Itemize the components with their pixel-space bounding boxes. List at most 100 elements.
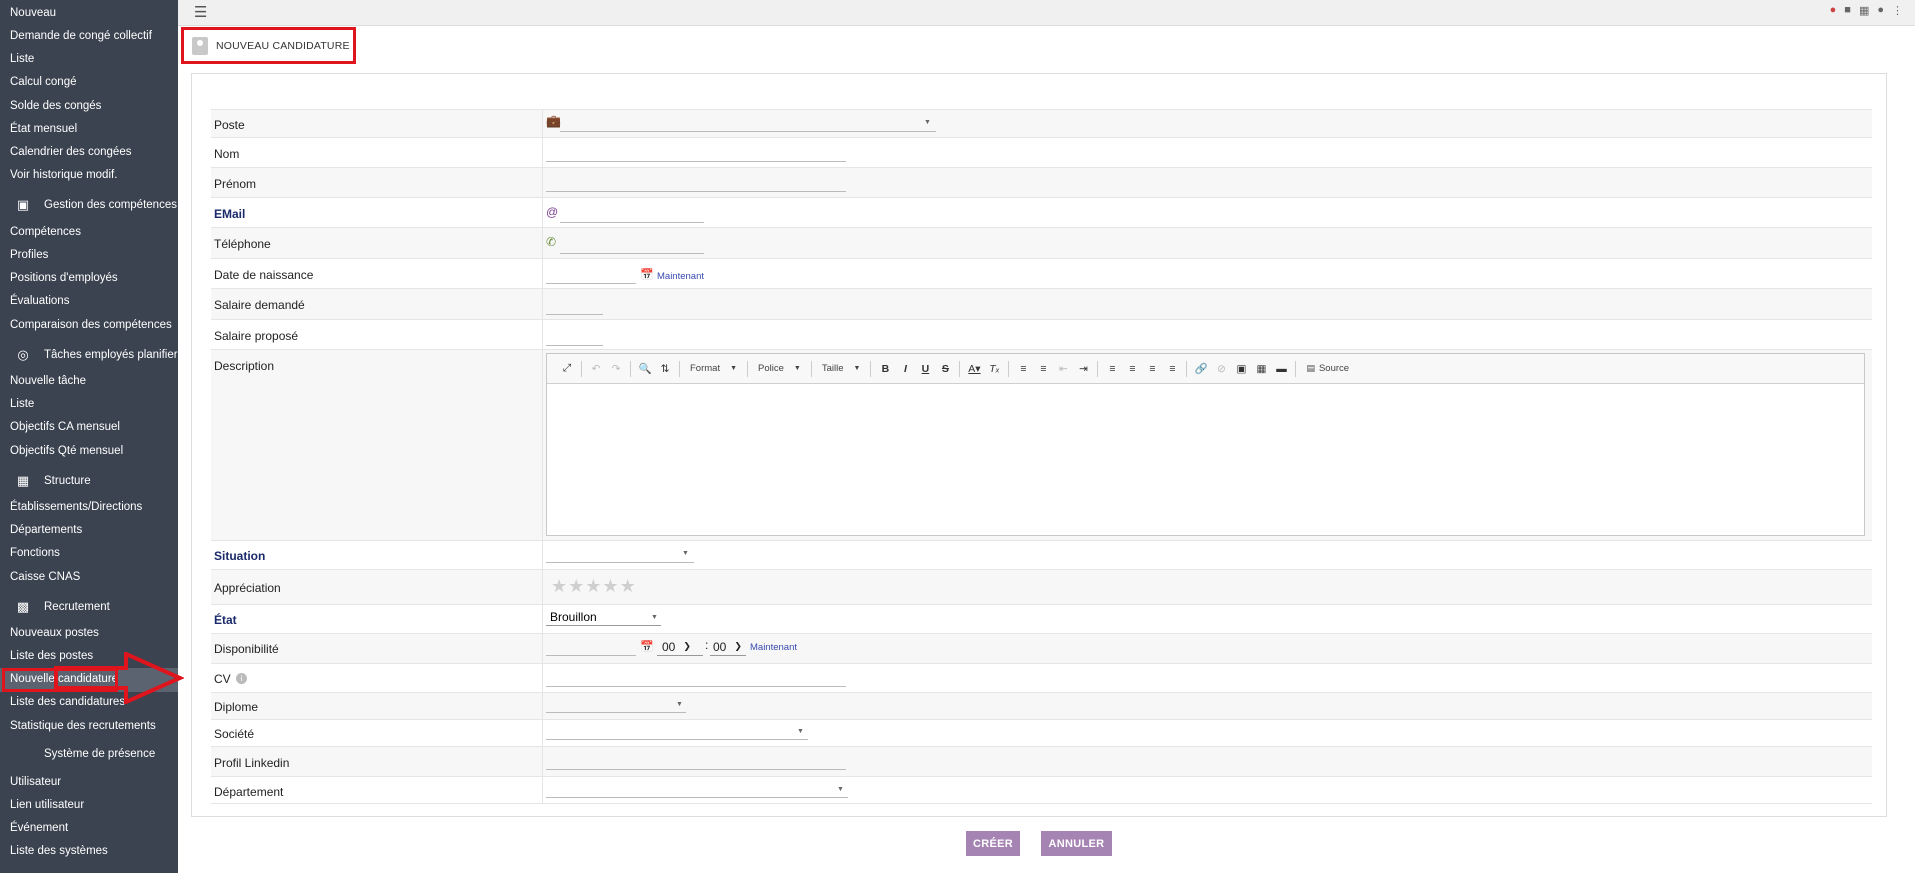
chat-icon[interactable]: ■ [1844,4,1851,17]
align-left-icon[interactable]: ≡ [1102,363,1122,375]
sidebar-item-comparaison-des-competences[interactable]: Comparaison des compétences [10,319,172,331]
info-icon[interactable]: i [236,673,247,684]
align-right-icon[interactable]: ≡ [1142,363,1162,375]
disponibilite-date-input[interactable] [546,638,636,656]
sidebar-item-nouveau[interactable]: Nouveau [10,7,56,19]
sidebar-item-departements[interactable]: Départements [10,524,82,536]
horizontal-line-icon[interactable]: ▬ [1271,363,1291,375]
minute-select[interactable]: 00 ❯ [710,638,746,656]
sidebar-section-systeme-de-presence[interactable]: Système de présence [14,748,155,760]
chevron-down-icon: ▼ [837,786,844,793]
sidebar-section-structure[interactable]: ▦ Structure [14,473,91,489]
redo-icon[interactable]: ↷ [606,363,626,375]
star-icon[interactable]: ★ [568,576,585,596]
calendar-icon[interactable]: 📅 [640,268,654,281]
sidebar-item-calendrier-des-congees[interactable]: Calendrier des congées [10,146,131,158]
etat-select[interactable] [546,608,661,626]
sidebar-section-recrutement[interactable]: ▩ Recrutement [14,599,110,615]
date-naissance-input[interactable] [546,266,636,284]
sidebar-item-caisse-cnas[interactable]: Caisse CNAS [10,571,80,583]
sidebar-section-taches-employes-planifier[interactable]: ◎ Tâches employés planifier [14,347,177,363]
sidebar-item-liste[interactable]: Liste [10,398,34,410]
text-color-icon[interactable]: A▾ [964,363,984,375]
size-dropdown[interactable]: Taille ▼ [816,363,867,374]
sidebar-item-demande-de-conge-collectif[interactable]: Demande de congé collectif [10,30,152,42]
font-dropdown[interactable]: Police ▼ [752,363,807,374]
sidebar-item-voir-historique-modif[interactable]: Voir historique modif. [10,169,117,181]
sidebar-item-profiles[interactable]: Profiles [10,249,48,261]
sidebar-item-evaluations[interactable]: Évaluations [10,295,69,307]
diplome-select[interactable] [546,695,686,713]
user-avatar[interactable]: ● [1877,4,1884,17]
bold-icon[interactable]: B [875,363,895,375]
strikethrough-icon[interactable]: S [935,363,955,375]
star-icon[interactable]: ★ [602,576,619,596]
maximize-icon[interactable]: ⤢ [557,362,577,375]
date-naissance-now-link[interactable]: Maintenant [657,271,704,282]
clipboard-icon[interactable]: ▦ [1859,4,1869,17]
hour-select[interactable]: 00 ❯ [657,638,703,656]
salaire-demande-input[interactable] [546,297,603,315]
phone-icon: ✆ [546,235,557,249]
sidebar-item-lien-utilisateur[interactable]: Lien utilisateur [10,799,84,811]
sidebar-item-etablissements-directions[interactable]: Établissements/Directions [10,501,142,513]
sidebar-item-objectifs-ca-mensuel[interactable]: Objectifs CA mensuel [10,421,120,433]
format-dropdown[interactable]: Format ▼ [684,363,743,374]
prenom-input[interactable] [546,174,846,192]
find-icon[interactable]: 🔍 [635,362,655,375]
star-icon[interactable]: ★ [551,576,568,596]
sidebar-item-statistique-des-recrutements[interactable]: Statistique des recrutements [10,720,156,732]
cancel-button[interactable]: ANNULER [1041,831,1112,856]
image-icon[interactable]: ▣ [1231,363,1251,375]
sidebar-item-etat-mensuel[interactable]: État mensuel [10,123,77,135]
poste-select[interactable] [560,114,936,132]
sidebar-item-utilisateur[interactable]: Utilisateur [10,776,61,788]
disponibilite-now-link[interactable]: Maintenant [750,642,797,653]
sidebar-item-liste-des-systemes[interactable]: Liste des systèmes [10,845,108,857]
sidebar-item-fonctions[interactable]: Fonctions [10,547,60,559]
sidebar-item-calcul-conge[interactable]: Calcul congé [10,76,76,88]
sidebar-item-positions-d-employes[interactable]: Positions d'employés [10,272,118,284]
remove-format-icon[interactable]: Tₓ [984,363,1004,375]
replace-icon[interactable]: ⇅ [655,363,675,375]
sidebar-item-competences[interactable]: Compétences [10,226,81,238]
nom-input[interactable] [546,144,846,162]
email-input[interactable] [560,205,704,223]
bulleted-list-icon[interactable]: ≡ [1033,363,1053,375]
create-button[interactable]: CRÉER [966,831,1020,856]
sidebar-item-nouvelle-tache[interactable]: Nouvelle tâche [10,375,86,387]
departement-select[interactable] [546,780,848,798]
table-icon[interactable]: ▦ [1251,363,1271,375]
star-icon[interactable]: ★ [620,576,637,596]
undo-icon[interactable]: ↶ [586,363,606,375]
unlink-icon[interactable]: ⊘ [1211,363,1231,375]
more-vertical-icon[interactable]: ⋮ [1892,4,1903,17]
outdent-icon[interactable]: ⇤ [1053,363,1073,375]
sidebar-item-nouveaux-postes[interactable]: Nouveaux postes [10,627,99,639]
italic-icon[interactable]: I [895,363,915,375]
telephone-input[interactable] [560,236,704,254]
source-button[interactable]: ▤ Source [1300,363,1355,374]
underline-icon[interactable]: U [915,363,935,375]
salaire-propose-input[interactable] [546,328,603,346]
align-center-icon[interactable]: ≡ [1122,363,1142,375]
sidebar-item-objectifs-qte-mensuel[interactable]: Objectifs Qté mensuel [10,445,123,457]
sidebar-item-solde-des-conges[interactable]: Solde des congés [10,100,101,112]
sidebar-item-evenement[interactable]: Événement [10,822,68,834]
societe-select[interactable] [546,722,808,740]
notification-icon[interactable]: ● [1830,4,1837,17]
menu-toggle-icon[interactable]: ☰ [194,3,207,21]
numbered-list-icon[interactable]: ≡ [1013,363,1033,375]
rating-stars[interactable]: ★★★★★ [551,576,637,597]
sidebar-section-gestion-des-competences[interactable]: ▣ Gestion des compétences [14,197,177,213]
star-icon[interactable]: ★ [585,576,602,596]
linkedin-input[interactable] [546,752,846,770]
align-justify-icon[interactable]: ≡ [1162,363,1182,375]
indent-icon[interactable]: ⇥ [1073,363,1093,375]
description-editor[interactable]: ⤢ ↶ ↷ 🔍 ⇅ Format ▼ Police ▼ Taille ▼ B I U … [546,353,1865,536]
calendar-icon[interactable]: 📅 [640,640,654,653]
sidebar-item-liste[interactable]: Liste [10,53,34,65]
cv-input[interactable] [546,669,846,687]
situation-select[interactable] [546,545,694,563]
link-icon[interactable]: 🔗 [1191,362,1211,375]
